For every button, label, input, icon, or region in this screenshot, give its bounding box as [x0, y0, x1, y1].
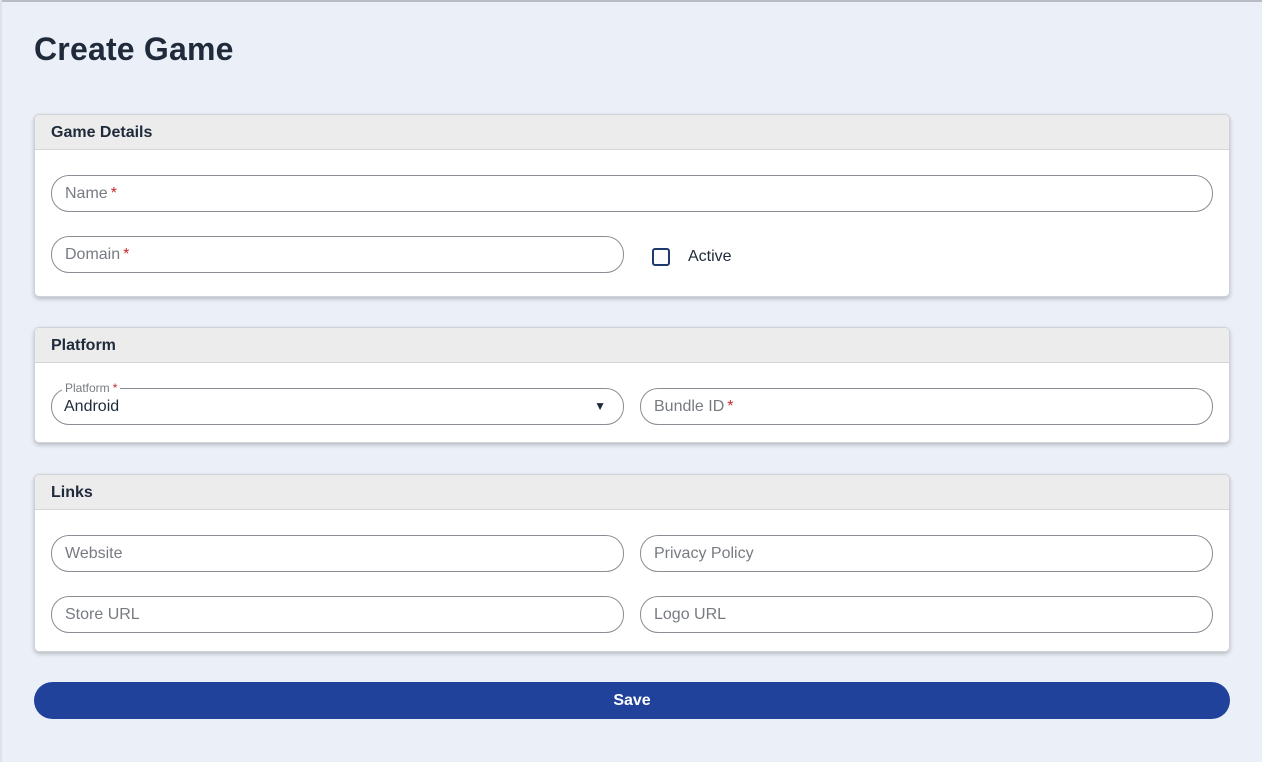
active-label[interactable]: Active: [688, 247, 732, 267]
website-field[interactable]: Website: [51, 535, 624, 572]
game-details-header: Game Details: [35, 115, 1229, 150]
required-mark: *: [110, 185, 117, 202]
platform-select[interactable]: Platform * Android ▼: [51, 381, 624, 425]
privacy-policy-placeholder: Privacy Policy: [654, 545, 754, 562]
game-details-card: Game Details Name * Domain * Active: [34, 114, 1230, 297]
platform-header: Platform: [35, 328, 1229, 363]
website-placeholder: Website: [65, 545, 123, 562]
page-title: Create Game: [34, 31, 234, 67]
domain-placeholder: Domain *: [65, 246, 130, 263]
name-field[interactable]: Name *: [51, 175, 1213, 212]
top-border: [0, 0, 1262, 2]
left-border: [0, 0, 2, 762]
domain-field[interactable]: Domain *: [51, 236, 624, 273]
name-placeholder: Name *: [65, 185, 117, 202]
bundle-id-field[interactable]: Bundle ID *: [640, 388, 1213, 425]
store-url-placeholder: Store URL: [65, 606, 140, 623]
required-mark: *: [123, 246, 130, 263]
privacy-policy-field[interactable]: Privacy Policy: [640, 535, 1213, 572]
platform-card: Platform Platform * Android ▼ Bundle ID *: [34, 327, 1230, 443]
logo-url-placeholder: Logo URL: [654, 606, 727, 623]
required-mark: *: [727, 398, 734, 415]
logo-url-field[interactable]: Logo URL: [640, 596, 1213, 633]
active-checkbox[interactable]: [652, 248, 670, 266]
bundle-id-placeholder: Bundle ID *: [654, 398, 734, 415]
store-url-field[interactable]: Store URL: [51, 596, 624, 633]
links-header: Links: [35, 475, 1229, 510]
chevron-down-icon[interactable]: ▼: [594, 389, 606, 424]
links-card: Links Website Privacy Policy Store URL L…: [34, 474, 1230, 652]
save-button[interactable]: Save: [34, 682, 1230, 719]
platform-select-value: Android: [64, 398, 120, 415]
